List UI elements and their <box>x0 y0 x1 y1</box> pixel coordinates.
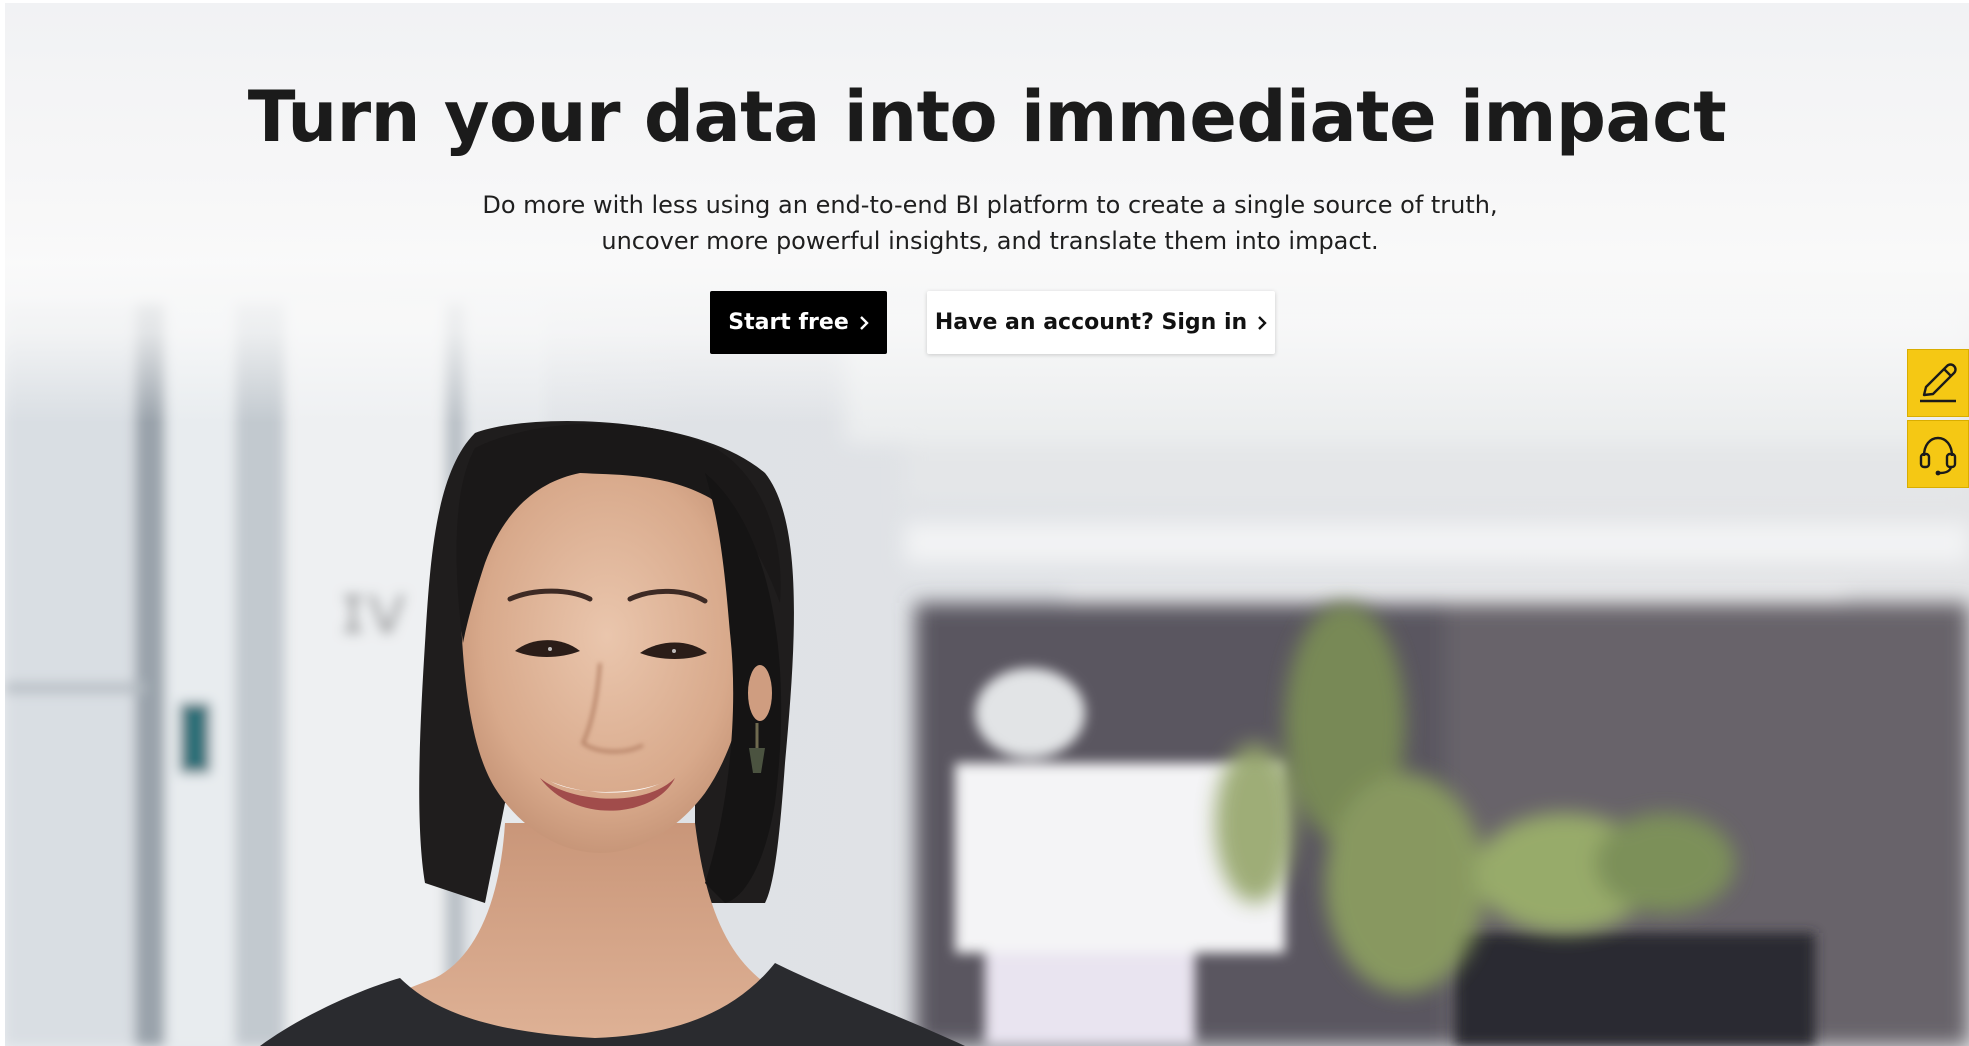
start-free-label: Start free <box>728 310 849 335</box>
hero-background-photo: ɪv <box>5 3 1969 1046</box>
pencil-icon <box>1920 363 1957 403</box>
page-frame: ɪv Turn your data into immediate impact … <box>5 3 1969 1046</box>
feedback-button[interactable] <box>1907 349 1969 417</box>
sign-in-label: Have an account? Sign in <box>934 310 1248 335</box>
chevron-right-icon <box>859 315 869 330</box>
support-button[interactable] <box>1907 420 1969 488</box>
chevron-right-icon <box>1258 315 1267 330</box>
hero-subtitle: Do more with less using an end-to-end BI… <box>482 191 1498 255</box>
cta-row: Start free Have an account? Sign in <box>5 291 1969 355</box>
hero-title: Turn your data into immediate impact <box>247 76 1727 158</box>
sign-in-button[interactable]: Have an account? Sign in <box>927 291 1275 354</box>
start-free-button[interactable]: Start free <box>710 291 887 354</box>
headset-icon <box>1919 436 1957 476</box>
svg-text:ɪv: ɪv <box>340 568 407 650</box>
